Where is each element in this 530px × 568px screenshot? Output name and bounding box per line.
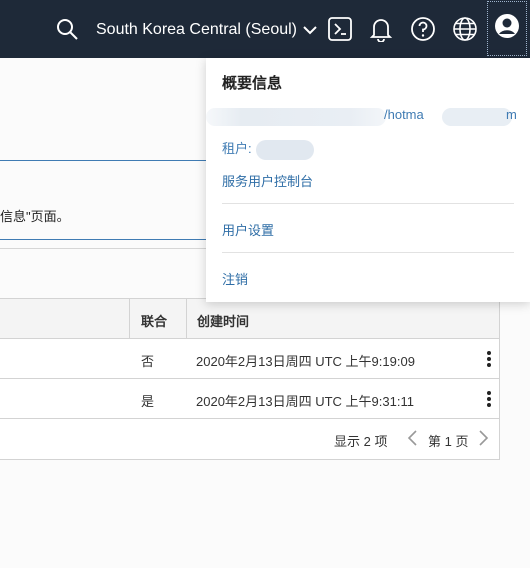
profile-menu: 概要信息 /hotma m 租户: 服务用户控制台 用户设置 注销 [206, 58, 530, 302]
profile-menu-title: 概要信息 [222, 75, 283, 92]
page-indicator: 第 1 页 [428, 434, 469, 449]
column-divider [129, 299, 130, 339]
federated-cell: 是 [141, 394, 155, 409]
table-row: 是 2020年2月13日周四 UTC 上午9:31:11 [0, 379, 499, 419]
globe-icon[interactable] [450, 13, 480, 45]
row-actions-icon[interactable] [482, 349, 496, 369]
user-email: /hotma m [206, 100, 530, 128]
column-header-federated[interactable]: 联合 [141, 311, 167, 330]
table-footer: 显示 2 项 第 1 页 [0, 419, 499, 459]
service-user-console-link[interactable]: 服务用户控制台 [222, 171, 313, 190]
bell-icon[interactable] [366, 13, 396, 45]
help-icon[interactable] [408, 13, 438, 45]
users-table: 联合 创建时间 否 2020年2月13日周四 UTC 上午9:19:09 是 2… [0, 298, 500, 460]
top-navigation-bar: South Korea Central (Seoul) [0, 0, 530, 58]
region-selector[interactable]: South Korea Central (Seoul) [96, 17, 317, 43]
column-divider [186, 299, 187, 339]
user-icon [494, 13, 520, 44]
sign-out-link[interactable]: 注销 [222, 269, 248, 288]
email-end: m [506, 107, 517, 122]
table-header: 联合 创建时间 [0, 299, 499, 339]
redacted-text [256, 140, 314, 160]
divider [0, 239, 232, 240]
divider [222, 252, 514, 253]
federated-cell: 否 [141, 354, 155, 369]
column-header-created[interactable]: 创建时间 [197, 311, 249, 330]
redacted-text [442, 108, 512, 126]
cloud-shell-icon[interactable] [325, 13, 355, 45]
created-cell: 2020年2月13日周四 UTC 上午9:19:09 [196, 354, 415, 369]
divider [222, 203, 514, 204]
row-actions-icon[interactable] [482, 389, 496, 409]
email-partial: /hotma [384, 107, 424, 122]
user-settings-link[interactable]: 用户设置 [222, 220, 274, 239]
info-message: 信息"页面。 [0, 209, 70, 224]
tenant-label: 租户: [222, 141, 252, 156]
created-cell: 2020年2月13日周四 UTC 上午9:31:11 [196, 394, 414, 409]
chevron-left-icon[interactable] [406, 429, 418, 452]
table-row: 否 2020年2月13日周四 UTC 上午9:19:09 [0, 339, 499, 379]
profile-button[interactable] [487, 1, 527, 56]
search-icon[interactable] [52, 13, 82, 45]
redacted-text [206, 108, 386, 126]
chevron-right-icon[interactable] [478, 429, 490, 452]
chevron-down-icon [303, 22, 317, 40]
divider [0, 160, 232, 161]
item-count: 显示 2 项 [334, 434, 388, 449]
region-label: South Korea Central (Seoul) [96, 21, 297, 38]
